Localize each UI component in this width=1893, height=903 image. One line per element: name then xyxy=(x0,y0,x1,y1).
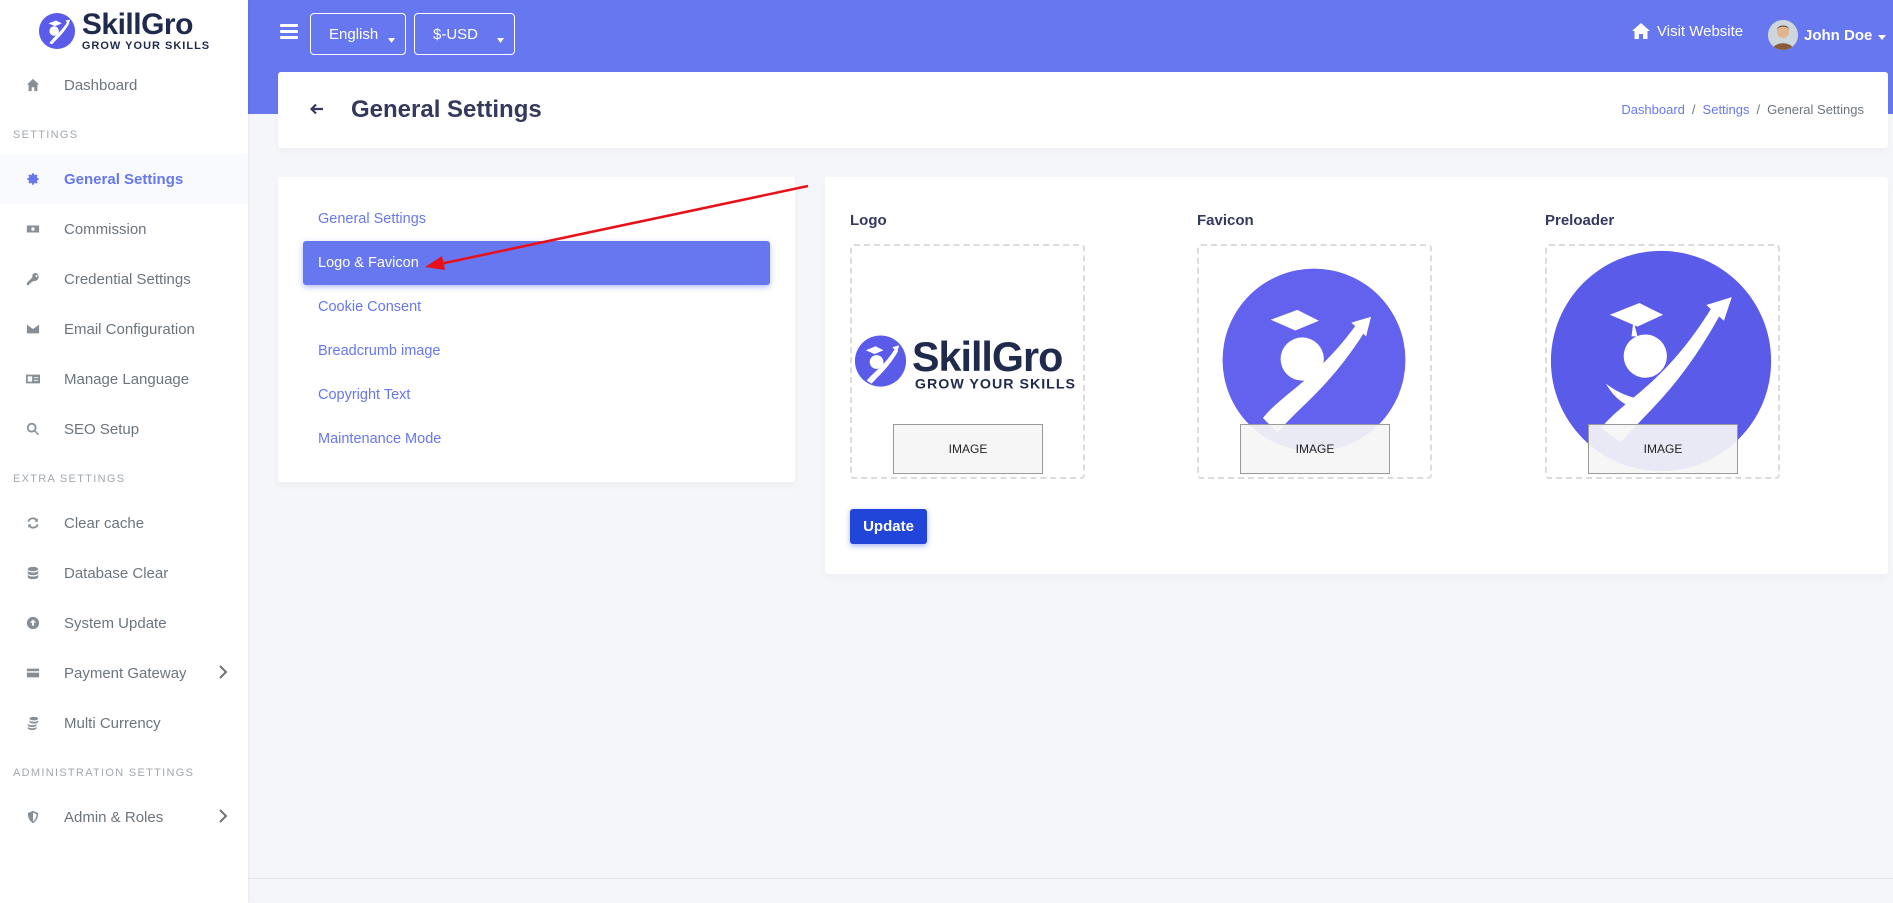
sidebar: SkillGro GROW YOUR SKILLS Dashboard SETT… xyxy=(0,0,248,903)
caret-down-icon xyxy=(388,30,395,43)
sidebar-item-label: General Settings xyxy=(64,170,184,188)
sidebar-item-label: Commission xyxy=(64,220,147,238)
database-icon xyxy=(25,565,41,581)
breadcrumb-settings[interactable]: Settings xyxy=(1703,102,1750,117)
settings-menu-logo-favicon[interactable]: Logo & Favicon xyxy=(303,241,770,285)
hamburger-menu-icon[interactable] xyxy=(280,24,298,40)
sidebar-item-seo-setup[interactable]: SEO Setup xyxy=(0,404,248,454)
shield-icon xyxy=(25,809,41,825)
preloader-label: Preloader xyxy=(1545,212,1615,229)
favicon-upload-box[interactable]: IMAGE xyxy=(1197,244,1432,479)
back-arrow-icon[interactable] xyxy=(309,102,326,116)
footer-divider xyxy=(248,878,1893,879)
language-select[interactable]: English xyxy=(310,13,406,55)
sidebar-item-label: Multi Currency xyxy=(64,714,161,732)
sidebar-item-admin-roles[interactable]: Admin & Roles xyxy=(0,792,248,842)
brand-tagline: GROW YOUR SKILLS xyxy=(81,40,211,52)
settings-menu-copyright-text[interactable]: Copyright Text xyxy=(303,373,770,417)
breadcrumb-current: General Settings xyxy=(1767,102,1864,117)
page-header: General Settings Dashboard / Settings / … xyxy=(278,72,1888,148)
sidebar-item-credential-settings[interactable]: Credential Settings xyxy=(0,254,248,304)
coins-icon xyxy=(25,715,41,731)
sidebar-item-label: Admin & Roles xyxy=(64,808,164,826)
sidebar-item-label: Dashboard xyxy=(64,76,138,94)
home-icon xyxy=(25,77,41,93)
sidebar-section-settings: SETTINGS xyxy=(13,129,79,141)
sidebar-item-label: Credential Settings xyxy=(64,270,191,288)
sidebar-item-label: System Update xyxy=(64,614,167,632)
sidebar-section-admin: ADMINISTRATION SETTINGS xyxy=(13,767,195,779)
search-icon xyxy=(25,421,41,437)
sidebar-item-email-configuration[interactable]: Email Configuration xyxy=(0,304,248,354)
svg-text:GROW YOUR SKILLS: GROW YOUR SKILLS xyxy=(915,377,1076,393)
preloader-upload-box[interactable]: IMAGE xyxy=(1545,244,1780,479)
money-icon xyxy=(25,221,41,237)
breadcrumb-separator: / xyxy=(1691,102,1696,117)
visit-website-link[interactable]: Visit Website xyxy=(1631,22,1743,40)
sidebar-item-commission[interactable]: Commission xyxy=(0,204,248,254)
sidebar-section-extra: EXTRA SETTINGS xyxy=(13,473,126,485)
home-icon xyxy=(1632,23,1650,39)
settings-menu-general-settings[interactable]: General Settings xyxy=(303,197,770,241)
favicon-label: Favicon xyxy=(1197,212,1254,229)
sidebar-item-label: Manage Language xyxy=(64,370,190,388)
logo-upload-box[interactable]: SkillGro GROW YOUR SKILLS IMAGE xyxy=(850,244,1085,479)
settings-menu-maintenance-mode[interactable]: Maintenance Mode xyxy=(303,417,770,461)
logo-label: Logo xyxy=(850,212,887,229)
sync-icon xyxy=(25,515,41,531)
caret-down-icon xyxy=(497,30,504,43)
update-button[interactable]: Update xyxy=(850,509,927,544)
breadcrumb-dashboard[interactable]: Dashboard xyxy=(1621,102,1685,117)
gear-icon xyxy=(25,171,41,187)
upload-icon xyxy=(25,615,41,631)
settings-menu-breadcrumb-image[interactable]: Breadcrumb image xyxy=(303,329,770,373)
chevron-right-icon xyxy=(218,809,228,823)
brand-logo[interactable]: SkillGro GROW YOUR SKILLS xyxy=(0,0,248,62)
language-icon xyxy=(25,371,41,387)
sidebar-item-dashboard[interactable]: Dashboard xyxy=(0,60,248,110)
sidebar-item-database-clear[interactable]: Database Clear xyxy=(0,548,248,598)
caret-down-icon xyxy=(1878,27,1887,44)
sidebar-item-label: Clear cache xyxy=(64,514,145,532)
chevron-right-icon xyxy=(218,665,228,679)
favicon-image-button[interactable]: IMAGE xyxy=(1240,424,1390,474)
breadcrumb-separator: / xyxy=(1756,102,1761,117)
sidebar-item-general-settings[interactable]: General Settings xyxy=(0,154,248,204)
user-name: John Doe xyxy=(1804,26,1873,44)
avatar xyxy=(1768,20,1798,50)
sidebar-item-label: Database Clear xyxy=(64,564,169,582)
settings-menu: General Settings Logo & Favicon Cookie C… xyxy=(278,177,795,482)
envelope-icon xyxy=(25,321,41,337)
brand-name: SkillGro xyxy=(81,8,194,41)
logo-favicon-form: Logo SkillGro GROW YOUR SKILLS IMAGE Fav… xyxy=(825,177,1888,574)
preloader-image-button[interactable]: IMAGE xyxy=(1588,424,1738,474)
sidebar-item-label: SEO Setup xyxy=(64,420,140,438)
currency-select-value: $-USD xyxy=(433,25,479,43)
language-select-value: English xyxy=(329,25,379,43)
user-menu[interactable]: John Doe xyxy=(1768,20,1887,50)
page-title: General Settings xyxy=(351,96,542,123)
sidebar-item-label: Email Configuration xyxy=(64,320,195,338)
credit-card-icon xyxy=(25,665,41,681)
sidebar-item-multi-currency[interactable]: Multi Currency xyxy=(0,698,248,748)
sidebar-item-label: Payment Gateway xyxy=(64,664,187,682)
key-icon xyxy=(25,271,41,287)
svg-text:SkillGro: SkillGro xyxy=(912,334,1062,380)
sidebar-item-payment-gateway[interactable]: Payment Gateway xyxy=(0,648,248,698)
sidebar-item-manage-language[interactable]: Manage Language xyxy=(0,354,248,404)
sidebar-item-clear-cache[interactable]: Clear cache xyxy=(0,498,248,548)
settings-menu-cookie-consent[interactable]: Cookie Consent xyxy=(303,285,770,329)
breadcrumb: Dashboard / Settings / General Settings xyxy=(1621,102,1864,117)
skillgro-logo-icon xyxy=(38,12,75,50)
sidebar-item-system-update[interactable]: System Update xyxy=(0,598,248,648)
currency-select[interactable]: $-USD xyxy=(414,13,515,55)
logo-image-button[interactable]: IMAGE xyxy=(893,424,1043,474)
visit-website-label: Visit Website xyxy=(1657,22,1744,40)
